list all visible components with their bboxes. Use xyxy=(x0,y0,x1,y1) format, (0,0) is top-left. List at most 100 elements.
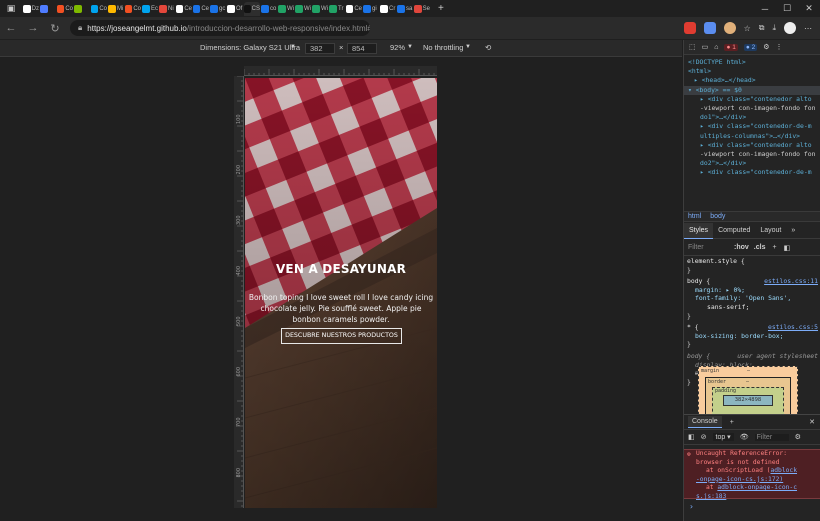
maximize-button[interactable]: ☐ xyxy=(776,3,798,14)
style-declaration[interactable]: box-sizing: border-box; xyxy=(687,332,820,341)
styles-filter-input[interactable]: Filter xyxy=(684,244,734,251)
breadcrumb-body[interactable]: body xyxy=(710,213,725,220)
zoom-select[interactable]: 92% xyxy=(390,43,405,52)
sidebar-toggle-icon[interactable]: ◧ xyxy=(784,244,791,252)
browser-tab[interactable]: gi xyxy=(363,2,379,16)
tab-console[interactable]: Console xyxy=(688,416,722,428)
extension-icon[interactable] xyxy=(703,22,716,34)
browser-tab[interactable] xyxy=(40,2,56,16)
extension-icon[interactable] xyxy=(723,22,736,34)
browser-tab[interactable]: sa xyxy=(397,2,413,16)
browser-tab[interactable]: co xyxy=(261,2,277,16)
browser-tab[interactable]: Co xyxy=(125,2,141,16)
browser-tab[interactable]: CS xyxy=(244,1,260,16)
dom-node-line[interactable]: ▸ <div class="contenedor alto xyxy=(684,95,820,104)
width-input[interactable]: 382 xyxy=(305,43,335,54)
more-menu-icon[interactable]: ⋯ xyxy=(804,24,812,33)
tab-styles[interactable]: Styles xyxy=(684,222,714,239)
error-source-link[interactable]: adblock xyxy=(770,467,797,474)
tab-actions-icon[interactable]: ▣ xyxy=(0,3,22,14)
hov-toggle[interactable]: :hov xyxy=(734,244,749,251)
close-drawer-icon[interactable]: ✕ xyxy=(809,418,815,426)
tab-computed[interactable]: Computed xyxy=(713,223,755,239)
style-declaration[interactable]: font-family: 'Open Sans', xyxy=(687,294,820,303)
dom-node-line[interactable]: ▸ <head>…</head> xyxy=(684,76,820,85)
favorites-icon[interactable]: ☆ xyxy=(744,24,751,33)
info-count-badge[interactable]: ● 2 xyxy=(743,43,758,51)
error-source-link[interactable]: adblock-onpage-icon-c xyxy=(717,484,797,491)
box-model-content[interactable]: 382×4898 xyxy=(723,395,773,406)
clear-console-icon[interactable]: ⊘ xyxy=(701,433,707,441)
browser-tab[interactable]: Co xyxy=(57,2,73,16)
minimize-button[interactable]: ─ xyxy=(754,4,776,14)
dom-node-line[interactable]: do2">…</div> xyxy=(684,159,820,168)
console-settings-icon[interactable]: ⚙ xyxy=(795,433,801,441)
browser-tab[interactable]: Of xyxy=(227,2,243,16)
height-input[interactable]: 854 xyxy=(347,43,377,54)
settings-icon[interactable]: ⚙ xyxy=(763,43,769,51)
dom-node-line[interactable]: -viewport con-imagen-fondo fon xyxy=(684,150,820,159)
browser-tab[interactable]: gc xyxy=(210,2,226,16)
rotate-icon[interactable]: ⟲ xyxy=(485,43,491,52)
error-count-badge[interactable]: ● 1 xyxy=(724,43,738,51)
browser-tab[interactable]: Ni xyxy=(159,2,175,16)
browser-tab[interactable]: Dz xyxy=(23,2,39,16)
dom-node-line[interactable]: ▸ <div class="contenedor-de-m xyxy=(684,122,820,131)
browser-tab[interactable]: Wi xyxy=(278,2,294,16)
welcome-icon[interactable]: ⌂ xyxy=(714,44,718,51)
device-select[interactable]: Dimensions: Galaxy S21 Ultra xyxy=(200,43,300,52)
browser-tab[interactable]: Ce xyxy=(176,2,192,16)
browser-tab[interactable]: Cr xyxy=(380,2,396,16)
console-sidebar-icon[interactable]: ◧ xyxy=(688,433,695,441)
console-filter-input[interactable]: Filter xyxy=(754,433,789,441)
browser-tab[interactable]: Ce xyxy=(193,2,209,16)
new-rule-icon[interactable]: + xyxy=(772,244,776,251)
browser-tab[interactable]: Tr xyxy=(329,2,345,16)
browser-tab[interactable]: Co xyxy=(91,2,107,16)
browser-tab[interactable]: Ec xyxy=(142,2,158,16)
context-select[interactable]: top ▾ xyxy=(712,433,734,441)
dom-node-line[interactable]: do1">…</div> xyxy=(684,113,820,122)
breadcrumb-html[interactable]: html xyxy=(688,213,701,220)
downloads-icon[interactable]: ⤓ xyxy=(772,23,776,33)
back-button[interactable]: ← xyxy=(0,22,22,34)
tab-more[interactable]: » xyxy=(786,223,800,239)
dom-node-line[interactable]: -viewport con-imagen-fondo fon xyxy=(684,104,820,113)
close-window-button[interactable]: ✕ xyxy=(798,3,820,14)
throttling-select[interactable]: No throttling xyxy=(423,43,463,52)
dom-node-line[interactable]: ▾ <body> == $0 xyxy=(684,85,820,95)
browser-tab[interactable]: Mi xyxy=(108,2,124,16)
error-source-link-cont[interactable]: s.js:183 xyxy=(696,493,726,500)
dom-node-line[interactable]: <html> xyxy=(684,67,820,76)
live-expression-icon[interactable]: 👁︎ xyxy=(740,433,749,441)
dom-node-line[interactable]: <!DOCTYPE html> xyxy=(684,58,820,67)
browser-tab[interactable]: Wi xyxy=(295,2,311,16)
tab-layout[interactable]: Layout xyxy=(755,223,786,239)
extension-icon[interactable] xyxy=(683,22,696,34)
discover-products-button[interactable]: DESCUBRE NUESTROS PRODUCTOS xyxy=(281,328,402,344)
dom-node-line[interactable]: ▸ <div class="contenedor-de-m xyxy=(684,168,820,177)
forward-button[interactable]: → xyxy=(22,22,44,34)
inspect-icon[interactable]: ⬚ xyxy=(689,43,696,51)
error-source-link-cont[interactable]: -onpage-icon-cs.js:172) xyxy=(696,476,783,483)
style-declaration[interactable]: margin: ▸ 0%; xyxy=(687,286,820,295)
stylesheet-link[interactable]: estilos.css:5 xyxy=(768,323,818,332)
cls-toggle[interactable]: .cls xyxy=(754,244,766,251)
add-drawer-tab-icon[interactable]: + xyxy=(730,419,734,426)
browser-tab[interactable]: Wi xyxy=(312,2,328,16)
new-tab-button[interactable]: + xyxy=(438,3,448,14)
stylesheet-link[interactable]: estilos.css:11 xyxy=(764,277,818,286)
device-toggle-icon[interactable]: ▭ xyxy=(702,43,709,51)
browser-tab[interactable]: Ce xyxy=(346,2,362,16)
url-field[interactable]: 🔒︎ https://joseangelmt.github.io/introdu… xyxy=(70,20,370,36)
reload-button[interactable]: ↻ xyxy=(44,22,66,35)
profile-avatar[interactable] xyxy=(784,22,796,34)
hero-title: VEN A DESAYUNAR xyxy=(275,262,407,276)
more-icon[interactable]: ⋮ xyxy=(775,43,782,51)
collections-icon[interactable]: ⧉ xyxy=(759,23,765,33)
dom-node-line[interactable]: ▸ <div class="contenedor alto xyxy=(684,141,820,150)
console-prompt[interactable]: › xyxy=(689,502,694,511)
dom-node-line[interactable]: ultiples-columnas">…</div> xyxy=(684,132,820,141)
browser-tab[interactable]: Se xyxy=(414,2,430,16)
browser-tab[interactable] xyxy=(74,2,90,16)
